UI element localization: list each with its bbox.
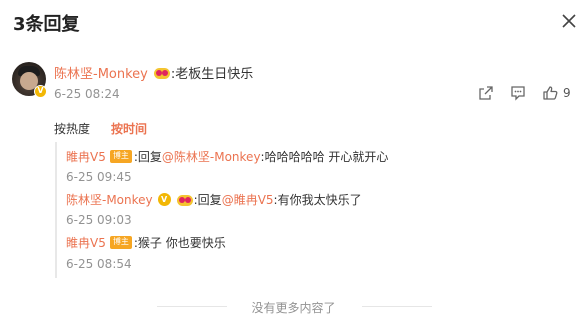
reply-panel: 3条回复 V 陈林坚-Monkey :老板生日快乐 6-25 08:24 9 按… xyxy=(0,0,587,321)
reply-text: :猴子 你也要快乐 xyxy=(133,236,226,250)
reply-username[interactable]: 睢冉V5 xyxy=(66,234,106,251)
main-comment-time: 6-25 08:24 xyxy=(54,87,120,101)
tab-sort-by-time[interactable]: 按时间 xyxy=(111,120,147,137)
reply-list: 睢冉V5 博主 :回复 @陈林坚-Monkey :哈哈哈哈哈 开心就开心 6-2… xyxy=(55,142,575,278)
blogger-badge: 博主 xyxy=(109,236,132,249)
reply-text: :哈哈哈哈哈 开心就开心 xyxy=(260,150,389,164)
reply-item: 睢冉V5 博主 :猴子 你也要快乐 xyxy=(66,234,226,251)
reply-time: 6-25 09:45 xyxy=(66,170,132,184)
avatar[interactable]: V xyxy=(12,62,47,98)
blogger-badge: 博主 xyxy=(109,150,132,163)
reply-username[interactable]: 陈林坚-Monkey xyxy=(66,191,153,208)
comment-icon[interactable] xyxy=(510,85,526,101)
main-comment-text: :老板生日快乐 xyxy=(170,67,254,82)
reply-prefix: :回复 xyxy=(133,150,162,164)
tab-sort-by-hot[interactable]: 按热度 xyxy=(54,120,90,137)
like-icon[interactable] xyxy=(542,85,558,101)
vip-icon: V xyxy=(157,193,171,206)
share-icon[interactable] xyxy=(478,85,494,101)
reply-username[interactable]: 睢冉V5 xyxy=(66,148,106,165)
reply-mention[interactable]: @睢冉V5 xyxy=(222,191,274,208)
reply-item: 睢冉V5 博主 :回复 @陈林坚-Monkey :哈哈哈哈哈 开心就开心 xyxy=(66,148,388,165)
end-of-list-text: 没有更多内容了 xyxy=(251,301,336,315)
vip-icon: V xyxy=(34,85,47,98)
reply-text: :有你我太快乐了 xyxy=(273,193,362,207)
reply-mention[interactable]: @陈林坚-Monkey xyxy=(162,148,261,165)
reply-time: 6-25 08:54 xyxy=(66,257,132,271)
reply-item: 陈林坚-Monkey V :回复 @睢冉V5 :有你我太快乐了 xyxy=(66,191,362,208)
close-icon[interactable] xyxy=(560,12,578,30)
reply-prefix: :回复 xyxy=(193,193,222,207)
reply-time: 6-25 09:03 xyxy=(66,213,132,227)
panel-title: 3条回复 xyxy=(13,14,80,35)
main-comment-username[interactable]: 陈林坚-Monkey xyxy=(54,63,148,82)
main-comment-line: 陈林坚-Monkey :老板生日快乐 xyxy=(54,63,253,82)
crown-badge-icon xyxy=(153,66,170,80)
like-count: 9 xyxy=(563,86,571,100)
crown-badge-icon xyxy=(176,193,193,207)
